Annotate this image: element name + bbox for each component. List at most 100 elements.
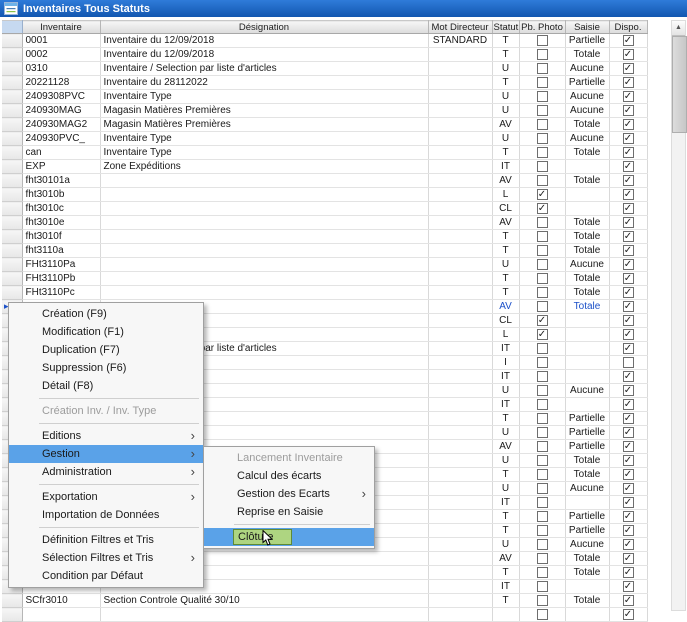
pb-photo-checkbox[interactable]: ✓	[537, 203, 548, 214]
pb-photo-checkbox[interactable]	[537, 217, 548, 228]
dispo-checkbox[interactable]: ✓	[623, 63, 634, 74]
dispo-checkbox[interactable]: ✓	[623, 105, 634, 116]
dispo-checkbox[interactable]: ✓	[623, 91, 634, 102]
menu-item-cloture[interactable]: Clôture	[204, 528, 374, 546]
dispo-checkbox[interactable]: ✓	[623, 483, 634, 494]
menu-item-importation-de-donnees[interactable]: Importation de Données	[9, 506, 203, 524]
dispo-checkbox[interactable]: ✓	[623, 413, 634, 424]
row-selector[interactable]	[2, 216, 22, 230]
pb-photo-checkbox[interactable]	[537, 343, 548, 354]
vertical-scrollbar[interactable]: ▲	[671, 20, 686, 611]
dispo-checkbox[interactable]: ✓	[623, 567, 634, 578]
pb-photo-checkbox[interactable]	[537, 175, 548, 186]
dispo-checkbox[interactable]: ✓	[623, 511, 634, 522]
menu-item-creation-f9[interactable]: Création (F9)	[9, 305, 203, 323]
dispo-checkbox[interactable]: ✓	[623, 203, 634, 214]
row-selector[interactable]	[2, 160, 22, 174]
row-selector[interactable]	[2, 76, 22, 90]
menu-item-gestion[interactable]: Gestion›	[9, 445, 203, 463]
row-selector[interactable]	[2, 272, 22, 286]
pb-photo-checkbox[interactable]	[537, 49, 548, 60]
dispo-checkbox[interactable]: ✓	[623, 301, 634, 312]
row-selector[interactable]	[2, 34, 22, 48]
pb-photo-checkbox[interactable]	[537, 287, 548, 298]
pb-photo-checkbox[interactable]	[537, 469, 548, 480]
menu-item-administration[interactable]: Administration›	[9, 463, 203, 481]
pb-photo-checkbox[interactable]: ✓	[537, 189, 548, 200]
pb-photo-checkbox[interactable]: ✓	[537, 315, 548, 326]
pb-photo-checkbox[interactable]	[537, 455, 548, 466]
window-titlebar[interactable]: Inventaires Tous Statuts	[0, 0, 687, 17]
pb-photo-checkbox[interactable]	[537, 133, 548, 144]
table-row[interactable]: 240930PVC_ Inventaire Type U Aucune ✓	[2, 132, 647, 146]
pb-photo-checkbox[interactable]	[537, 553, 548, 564]
table-row[interactable]: 0001 Inventaire du 12/09/2018 STANDARD T…	[2, 34, 647, 48]
menu-item-reprise-en-saisie[interactable]: Reprise en Saisie	[204, 503, 374, 521]
pb-photo-checkbox[interactable]	[537, 595, 548, 606]
row-selector[interactable]	[2, 48, 22, 62]
scrollbar-thumb[interactable]	[672, 36, 687, 133]
menu-item-duplication-f7[interactable]: Duplication (F7)	[9, 341, 203, 359]
pb-photo-checkbox[interactable]	[537, 301, 548, 312]
dispo-checkbox[interactable]: ✓	[623, 399, 634, 410]
pb-photo-checkbox[interactable]	[537, 35, 548, 46]
pb-photo-checkbox[interactable]	[537, 161, 548, 172]
row-selector[interactable]	[2, 90, 22, 104]
column-header-pb-photo[interactable]: Pb. Photo	[519, 21, 565, 34]
menu-item-condition-par-defaut[interactable]: Condition par Défaut	[9, 567, 203, 585]
dispo-checkbox[interactable]: ✓	[623, 329, 634, 340]
pb-photo-checkbox[interactable]	[537, 371, 548, 382]
row-selector[interactable]	[2, 146, 22, 160]
pb-photo-checkbox[interactable]	[537, 259, 548, 270]
row-selector[interactable]	[2, 244, 22, 258]
pb-photo-checkbox[interactable]	[537, 385, 548, 396]
row-selector[interactable]	[2, 104, 22, 118]
pb-photo-checkbox[interactable]	[537, 63, 548, 74]
table-row[interactable]: EXP Zone Expéditions IT ✓	[2, 160, 647, 174]
menu-item-calcul-des-ecarts[interactable]: Calcul des écarts	[204, 467, 374, 485]
dispo-checkbox[interactable]: ✓	[623, 147, 634, 158]
dispo-checkbox[interactable]: ✓	[623, 315, 634, 326]
menu-item-exportation[interactable]: Exportation›	[9, 488, 203, 506]
row-selector[interactable]	[2, 118, 22, 132]
pb-photo-checkbox[interactable]	[537, 105, 548, 116]
dispo-checkbox[interactable]: ✓	[623, 553, 634, 564]
dispo-checkbox[interactable]: ✓	[623, 77, 634, 88]
dispo-checkbox[interactable]	[623, 357, 634, 368]
dispo-checkbox[interactable]: ✓	[623, 497, 634, 508]
pb-photo-checkbox[interactable]	[537, 231, 548, 242]
dispo-checkbox[interactable]: ✓	[623, 133, 634, 144]
menu-item-definition-filtres-et-tris[interactable]: Définition Filtres et Tris	[9, 531, 203, 549]
table-row[interactable]: fht3010e AV Totale ✓	[2, 216, 647, 230]
column-header-saisie[interactable]: Saisie	[565, 21, 609, 34]
row-selector[interactable]	[2, 608, 22, 622]
table-row[interactable]: 0310 Inventaire / Selection par liste d'…	[2, 62, 647, 76]
pb-photo-checkbox[interactable]	[537, 483, 548, 494]
pb-photo-checkbox[interactable]	[537, 273, 548, 284]
row-selector[interactable]	[2, 62, 22, 76]
menu-item-selection-filtres-et-tris[interactable]: Sélection Filtres et Tris›	[9, 549, 203, 567]
dispo-checkbox[interactable]: ✓	[623, 581, 634, 592]
table-row[interactable]: 240930MAG2 Magasin Matières Premières AV…	[2, 118, 647, 132]
pb-photo-checkbox[interactable]	[537, 539, 548, 550]
dispo-checkbox[interactable]: ✓	[623, 49, 634, 60]
row-selector[interactable]	[2, 188, 22, 202]
dispo-checkbox[interactable]: ✓	[623, 35, 634, 46]
table-row[interactable]: fht3010f T Totale ✓	[2, 230, 647, 244]
table-row[interactable]: fht3010b L ✓ ✓	[2, 188, 647, 202]
column-header-inventaire[interactable]: Inventaire	[22, 21, 100, 34]
pb-photo-checkbox[interactable]	[537, 77, 548, 88]
select-all-corner[interactable]	[2, 21, 22, 34]
dispo-checkbox[interactable]: ✓	[623, 525, 634, 536]
pb-photo-checkbox[interactable]	[537, 147, 548, 158]
table-row[interactable]: SCfr3010 Section Controle Qualité 30/10 …	[2, 594, 647, 608]
dispo-checkbox[interactable]: ✓	[623, 259, 634, 270]
column-header-dispo[interactable]: Dispo.	[609, 21, 647, 34]
dispo-checkbox[interactable]: ✓	[623, 119, 634, 130]
pb-photo-checkbox[interactable]	[537, 413, 548, 424]
row-selector[interactable]	[2, 594, 22, 608]
pb-photo-checkbox[interactable]	[537, 427, 548, 438]
table-row[interactable]: FHt3110Pa U Aucune ✓	[2, 258, 647, 272]
dispo-checkbox[interactable]: ✓	[623, 287, 634, 298]
dispo-checkbox[interactable]: ✓	[623, 175, 634, 186]
